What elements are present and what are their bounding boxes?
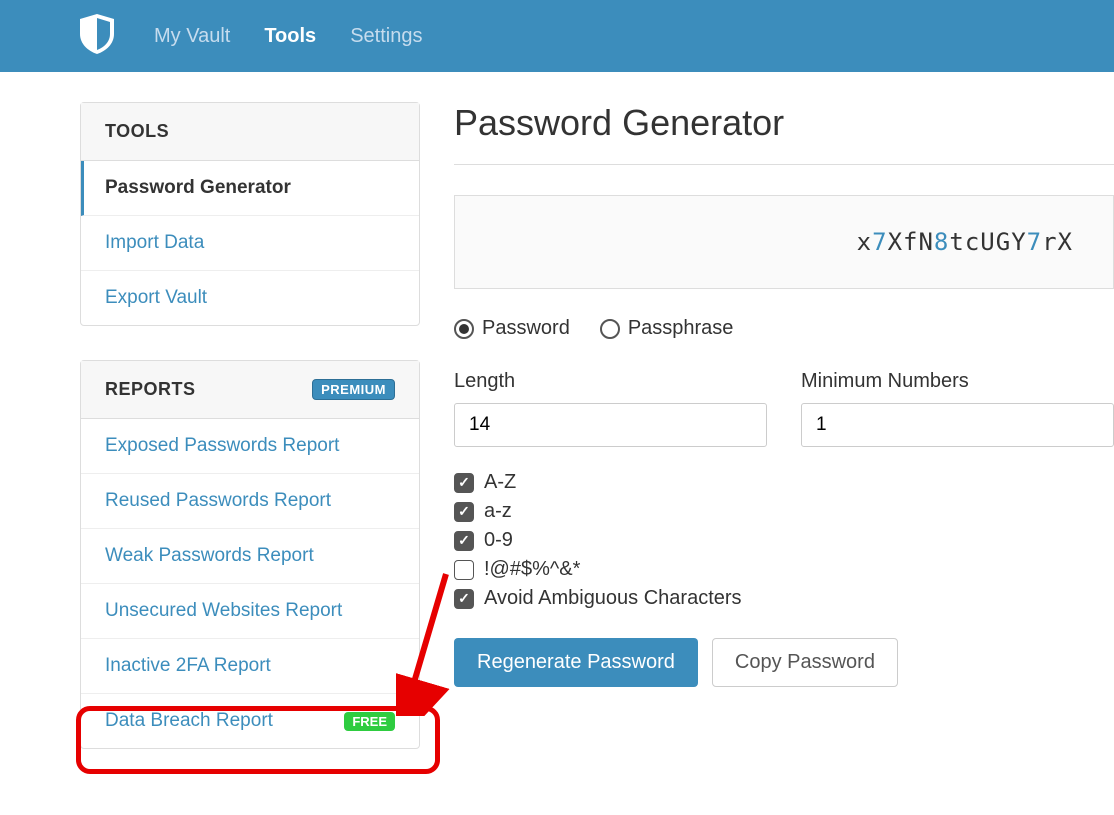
checkbox-icon [454,531,474,551]
tools-header: TOOLS [81,103,419,161]
radio-label: Password [482,317,570,340]
nav-my-vault[interactable]: My Vault [154,25,230,48]
list-item-label: Exposed Passwords Report [105,435,339,457]
list-item-label: Reused Passwords Report [105,490,331,512]
sidebar-reports-item[interactable]: Weak Passwords Report [81,529,419,584]
nav-tools[interactable]: Tools [264,25,316,48]
regenerate-button[interactable]: Regenerate Password [454,638,698,687]
radio-password[interactable]: Password [454,317,570,340]
checkbox-icon [454,589,474,609]
list-item-label: Data Breach Report [105,710,273,732]
top-nav: My Vault Tools Settings [154,25,422,48]
min-numbers-input[interactable] [801,403,1114,447]
checkbox-row[interactable]: Avoid Ambiguous Characters [454,587,1114,610]
type-radio-group: Password Passphrase [454,317,1114,340]
sidebar-reports-item[interactable]: Unsecured Websites Report [81,584,419,639]
list-item-label: Weak Passwords Report [105,545,314,567]
sidebar-tools-item[interactable]: Export Vault [81,271,419,325]
sidebar-reports-item[interactable]: Inactive 2FA Report [81,639,419,694]
reports-header-label: REPORTS [105,379,196,400]
checkbox-icon [454,502,474,522]
list-item-label: Inactive 2FA Report [105,655,271,677]
checkbox-row[interactable]: a-z [454,500,1114,523]
shield-logo-icon [80,14,114,59]
checkbox-row[interactable]: 0-9 [454,529,1114,552]
sidebar-tools-item[interactable]: Import Data [81,216,419,271]
radio-icon [600,319,620,339]
premium-badge: PREMIUM [312,379,395,400]
checkbox-label: 0-9 [484,529,513,552]
checkbox-icon [454,560,474,580]
nav-settings[interactable]: Settings [350,25,422,48]
main-content: Password Generator x7XfN8tcUGY7rX Passwo… [454,102,1114,783]
radio-passphrase[interactable]: Passphrase [600,317,734,340]
checkbox-label: Avoid Ambiguous Characters [484,587,742,610]
sidebar-reports-item[interactable]: Reused Passwords Report [81,474,419,529]
topbar: My Vault Tools Settings [0,0,1114,72]
length-label: Length [454,370,767,393]
tools-card: TOOLS Password GeneratorImport DataExpor… [80,102,420,326]
length-input[interactable] [454,403,767,447]
checkbox-icon [454,473,474,493]
sidebar: TOOLS Password GeneratorImport DataExpor… [80,102,420,783]
copy-button[interactable]: Copy Password [712,638,898,687]
sidebar-tools-item[interactable]: Password Generator [81,161,419,216]
checkbox-label: A-Z [484,471,516,494]
reports-header: REPORTS PREMIUM [81,361,419,419]
free-badge: FREE [344,712,395,731]
page-title: Password Generator [454,102,1114,165]
radio-icon [454,319,474,339]
sidebar-reports-item[interactable]: Data Breach Report FREE [81,694,419,748]
checkbox-label: a-z [484,500,512,523]
radio-label: Passphrase [628,317,734,340]
sidebar-reports-item[interactable]: Exposed Passwords Report [81,419,419,474]
min-numbers-label: Minimum Numbers [801,370,1114,393]
generated-password: x7XfN8tcUGY7rX [454,195,1114,289]
checkbox-row[interactable]: !@#$%^&* [454,558,1114,581]
options-checklist: A-Z a-z 0-9 !@#$%^&* Avoid Ambiguous Charact… [454,471,1114,610]
checkbox-row[interactable]: A-Z [454,471,1114,494]
list-item-label: Unsecured Websites Report [105,600,342,622]
reports-card: REPORTS PREMIUM Exposed Passwords Report… [80,360,420,749]
checkbox-label: !@#$%^&* [484,558,580,581]
